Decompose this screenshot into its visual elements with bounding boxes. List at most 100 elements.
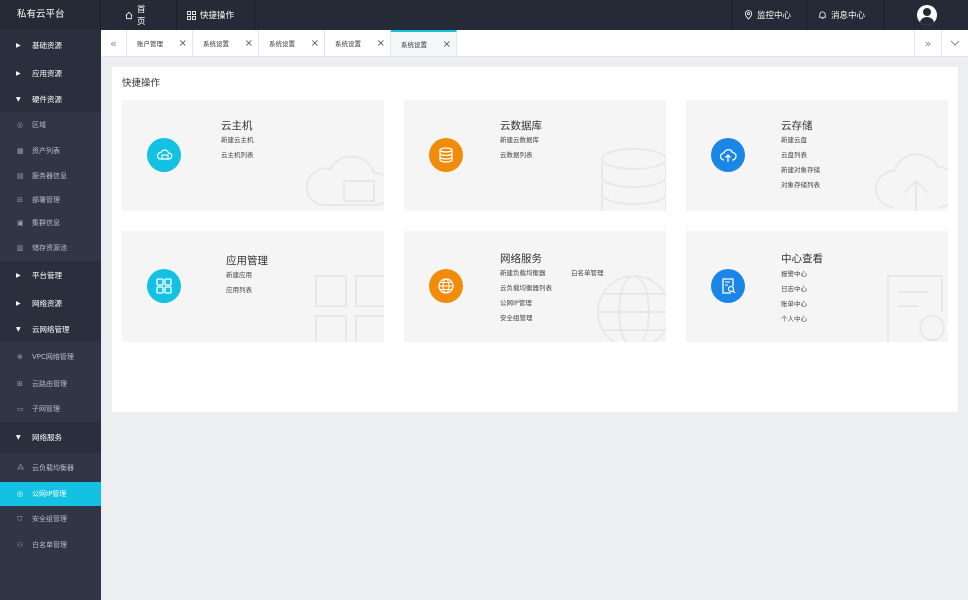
tab[interactable]: 系统设置 × xyxy=(259,30,325,56)
tab-label: 系统设置 xyxy=(269,40,295,48)
quick-action-card[interactable]: 云主机 新建云主机 云主机列表 xyxy=(122,100,384,211)
card-link[interactable]: 对象存储列表 xyxy=(781,178,820,193)
card-link[interactable]: 新建云主机 xyxy=(221,133,254,148)
tab-label: 账户管理 xyxy=(137,40,163,48)
card-title[interactable]: 中心查看 xyxy=(781,251,823,266)
quick-action-card[interactable]: 中心查看 报警中心 日志中心 账单中心 个人中心 xyxy=(686,231,948,342)
sidebar-item-label: 储存资源池 xyxy=(32,244,67,252)
sidebar-group[interactable]: ▶ 基础资源 xyxy=(0,30,101,61)
user-menu[interactable] xyxy=(884,0,968,30)
card-link[interactable]: 新建云盘 xyxy=(781,133,820,148)
card-link[interactable]: 个人中心 xyxy=(781,312,807,327)
card-link[interactable]: 新建云数据库 xyxy=(500,133,539,148)
close-icon[interactable]: × xyxy=(377,38,385,49)
nav-monitor-center[interactable]: 监控中心 xyxy=(732,0,806,30)
tab[interactable]: 系统设置 × xyxy=(325,30,391,56)
card-link[interactable]: 应用列表 xyxy=(226,283,252,298)
caret-down-icon: ▼ xyxy=(16,325,21,333)
quick-action-card[interactable]: 云数据库 新建云数据库 云数据列表 xyxy=(404,100,666,211)
card-link[interactable]: 报警中心 xyxy=(781,267,807,282)
sidebar-item-label: VPC网络管理 xyxy=(32,352,74,361)
tabs-scroll-right-button[interactable]: » xyxy=(914,30,941,56)
sidebar-item[interactable]: ⛉ 安全组管理 xyxy=(0,506,101,532)
sidebar-item[interactable]: ▦ 资产列表 xyxy=(0,138,101,163)
card-link[interactable]: 白名单管理 xyxy=(571,266,604,281)
app-grid-icon[interactable] xyxy=(147,269,181,303)
close-icon[interactable]: × xyxy=(179,38,187,49)
card-title[interactable]: 应用管理 xyxy=(226,253,268,268)
sidebar-item[interactable]: ⊞ 云路由管理 xyxy=(0,371,101,396)
sidebar-item[interactable]: ◎ 公网IP管理 xyxy=(0,482,101,506)
quick-action-card[interactable]: 应用管理 新建应用 应用列表 xyxy=(122,231,384,342)
sidebar-item[interactable]: ⁂ 云负载均衡器 xyxy=(0,453,101,482)
sidebar-item-label: 子网管理 xyxy=(32,405,60,413)
tabs-dropdown-button[interactable] xyxy=(941,30,968,56)
card-title[interactable]: 云数据库 xyxy=(500,118,542,133)
sidebar-group[interactable]: ▼ 云网络管理 xyxy=(0,316,101,342)
sidebar-item[interactable]: ▣ 集群信息 xyxy=(0,211,101,235)
sidebar-group[interactable]: ▼ 网络服务 xyxy=(0,422,101,453)
card-title[interactable]: 云主机 xyxy=(221,118,253,133)
tab-label: 系统设置 xyxy=(401,41,427,49)
sidebar-item[interactable]: ▥ 储存资源池 xyxy=(0,235,101,261)
sidebar-item[interactable]: ⚇ 白名单管理 xyxy=(0,532,101,557)
card-link[interactable]: 新建负载均衡器 xyxy=(500,266,552,281)
sidebar-group[interactable]: ▶ 网络资源 xyxy=(0,290,101,316)
card-title[interactable]: 网络服务 xyxy=(500,251,542,266)
asset-icon: ▦ xyxy=(17,146,24,155)
card-link[interactable]: 云数据列表 xyxy=(500,148,539,163)
chevron-down-icon xyxy=(950,40,960,46)
tab[interactable]: 系统设置 × xyxy=(391,30,457,56)
app-title: 私有云平台 xyxy=(0,0,101,30)
card-link[interactable]: 云负载均衡器列表 xyxy=(500,281,552,296)
bell-icon xyxy=(818,11,827,20)
tab[interactable]: 账户管理 × xyxy=(127,30,193,56)
sidebar-item-label: 区域 xyxy=(32,121,46,129)
nav-quick-label: 快捷操作 xyxy=(200,11,235,21)
sidebar-item[interactable]: ▭ 子网管理 xyxy=(0,396,101,422)
sidebar-item-label: 平台管理 xyxy=(32,271,62,280)
sidebar-item-label: 云负载均衡器 xyxy=(32,463,74,472)
sidebar-item-label: 公网IP管理 xyxy=(32,490,67,498)
card-link[interactable]: 新建对象存储 xyxy=(781,163,820,178)
sidebar-item[interactable]: ▤ 服务器信息 xyxy=(0,163,101,189)
sidebar-item-label: 硬件资源 xyxy=(32,94,62,104)
location-pin-icon xyxy=(744,10,753,20)
top-bar: 私有云平台 首页 快捷操作 监控中心 消息中心 xyxy=(0,0,968,30)
tabs-scroll-left-button[interactable]: « xyxy=(101,30,127,56)
card-link[interactable]: 安全组管理 xyxy=(500,311,552,326)
sidebar-group[interactable]: ▶ 应用资源 xyxy=(0,61,101,86)
card-link[interactable]: 公网IP管理 xyxy=(500,296,552,311)
sidebar-group[interactable]: ▼ 硬件资源 xyxy=(0,86,101,112)
nav-message-center[interactable]: 消息中心 xyxy=(806,0,884,30)
sidebar-item[interactable]: ⊟ 部署管理 xyxy=(0,189,101,211)
server-icon: ▤ xyxy=(17,172,24,180)
sidebar-group[interactable]: ▶ 平台管理 xyxy=(0,261,101,290)
database-icon[interactable] xyxy=(429,138,463,172)
sidebar-item-label: 网络服务 xyxy=(32,433,62,442)
nav-quick-actions[interactable]: 快捷操作 xyxy=(177,0,255,30)
sidebar-item[interactable]: ⊕ VPC网络管理 xyxy=(0,342,101,371)
avatar[interactable] xyxy=(916,5,937,25)
card-link[interactable]: 云盘列表 xyxy=(781,148,820,163)
close-icon[interactable]: × xyxy=(443,39,451,50)
page-title: 快捷操作 xyxy=(122,78,161,89)
deploy-icon: ⊟ xyxy=(17,196,23,204)
close-icon[interactable]: × xyxy=(245,38,253,49)
cloud-host-icon[interactable] xyxy=(147,138,181,172)
quick-action-card[interactable]: 网络服务 新建负载均衡器 云负载均衡器列表 公网IP管理 安全组管理 白名单管理 xyxy=(404,231,666,342)
tab[interactable]: 系统设置 × xyxy=(193,30,259,56)
globe-icon[interactable] xyxy=(429,269,463,303)
card-link[interactable]: 账单中心 xyxy=(781,297,807,312)
close-icon[interactable]: × xyxy=(311,38,319,49)
sidebar-item[interactable]: ◎ 区域 xyxy=(0,112,101,138)
card-link[interactable]: 云主机列表 xyxy=(221,148,254,163)
quick-action-card[interactable]: 云存储 新建云盘 云盘列表 新建对象存储 对象存储列表 xyxy=(686,100,948,211)
card-link[interactable]: 新建应用 xyxy=(226,268,252,283)
card-link[interactable]: 日志中心 xyxy=(781,282,807,297)
document-search-icon[interactable] xyxy=(711,269,745,303)
nav-home[interactable]: 首页 xyxy=(101,0,177,30)
cloud-storage-icon[interactable] xyxy=(711,138,745,172)
nav-messages-label: 消息中心 xyxy=(831,11,866,21)
card-title[interactable]: 云存储 xyxy=(781,118,813,133)
